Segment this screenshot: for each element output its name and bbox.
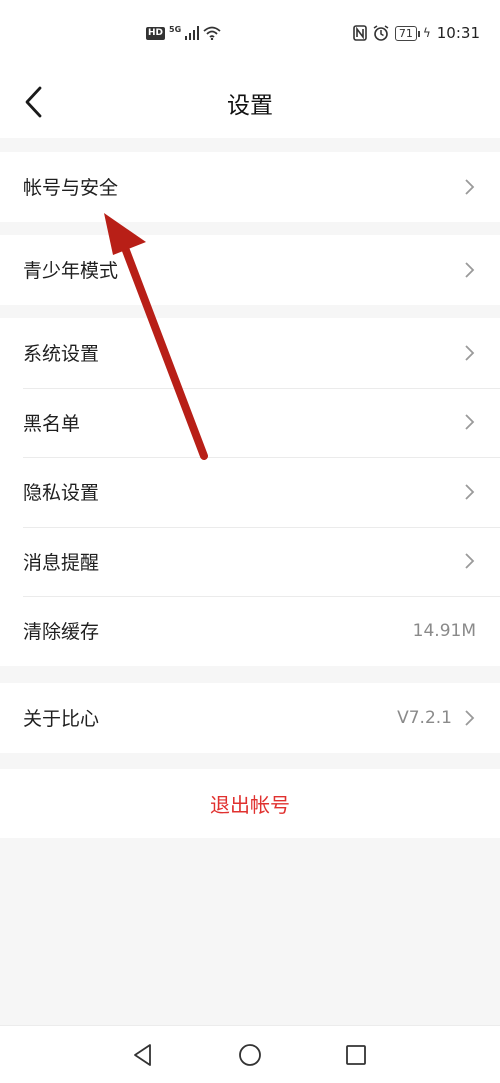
system-nav-bar — [0, 1025, 500, 1083]
settings-item-label: 帐号与安全 — [23, 177, 119, 200]
battery-icon: 71 — [394, 25, 420, 41]
settings-item-label: 系统设置 — [23, 343, 100, 366]
network-type: 5G — [169, 24, 182, 34]
chevron-right-icon — [465, 179, 475, 195]
charging-icon: ϟ — [422, 26, 431, 40]
nav-recents-button[interactable] — [343, 1042, 369, 1068]
chevron-right-icon — [465, 262, 475, 278]
nav-back-button[interactable] — [130, 1042, 156, 1068]
wifi-icon — [203, 26, 221, 40]
nav-recents-icon — [346, 1045, 366, 1065]
settings-item-privacy[interactable]: 隐私设置 — [0, 457, 500, 527]
nav-home-button[interactable] — [237, 1042, 263, 1068]
clock: 10:31 — [436, 24, 480, 42]
settings-item-account-security[interactable]: 帐号与安全 — [0, 152, 500, 222]
settings-item-blacklist[interactable]: 黑名单 — [0, 387, 500, 458]
status-bar: HD 5G 71 ϟ 10:31 — [0, 0, 500, 70]
signal-icon — [185, 26, 200, 40]
chevron-right-icon — [465, 553, 475, 569]
settings-group-about: 关于比心 V7.2.1 — [0, 683, 500, 753]
settings-item-label: 消息提醒 — [23, 551, 100, 574]
settings-item-label: 黑名单 — [23, 412, 81, 435]
settings-item-label: 关于比心 — [23, 708, 100, 731]
header: 设置 — [0, 70, 500, 138]
page-title: 设置 — [227, 93, 273, 119]
chevron-right-icon — [465, 710, 475, 726]
status-right-icons: 71 ϟ 10:31 — [353, 24, 480, 42]
settings-item-youth-mode[interactable]: 青少年模式 — [0, 235, 500, 305]
settings-item-system-settings[interactable]: 系统设置 — [0, 318, 500, 388]
chevron-right-icon — [465, 484, 475, 500]
nav-home-icon — [239, 1044, 261, 1066]
logout-button[interactable]: 退出帐号 — [0, 769, 500, 838]
cache-size-value: 14.91M — [412, 620, 476, 641]
settings-group-general: 系统设置 黑名单 隐私设置 消息提醒 清除缓存 14.91M — [0, 318, 500, 666]
settings-item-about[interactable]: 关于比心 V7.2.1 — [0, 683, 500, 753]
chevron-right-icon — [465, 414, 475, 430]
settings-group-account: 帐号与安全 — [0, 152, 500, 222]
nfc-icon — [353, 25, 367, 41]
settings-item-notifications[interactable]: 消息提醒 — [0, 526, 500, 597]
settings-item-label: 清除缓存 — [23, 621, 100, 644]
hd-badge: HD — [146, 26, 166, 40]
chevron-right-icon — [465, 345, 475, 361]
settings-item-label: 隐私设置 — [23, 482, 100, 505]
logout-label: 退出帐号 — [210, 793, 290, 817]
version-value: V7.2.1 — [397, 707, 452, 728]
settings-item-label: 青少年模式 — [23, 260, 119, 283]
status-left-icons: HD 5G — [146, 24, 221, 40]
settings-item-clear-cache[interactable]: 清除缓存 14.91M — [0, 596, 500, 666]
nav-back-icon — [134, 1044, 151, 1066]
settings-group-youth: 青少年模式 — [0, 235, 500, 305]
alarm-icon — [373, 25, 389, 41]
